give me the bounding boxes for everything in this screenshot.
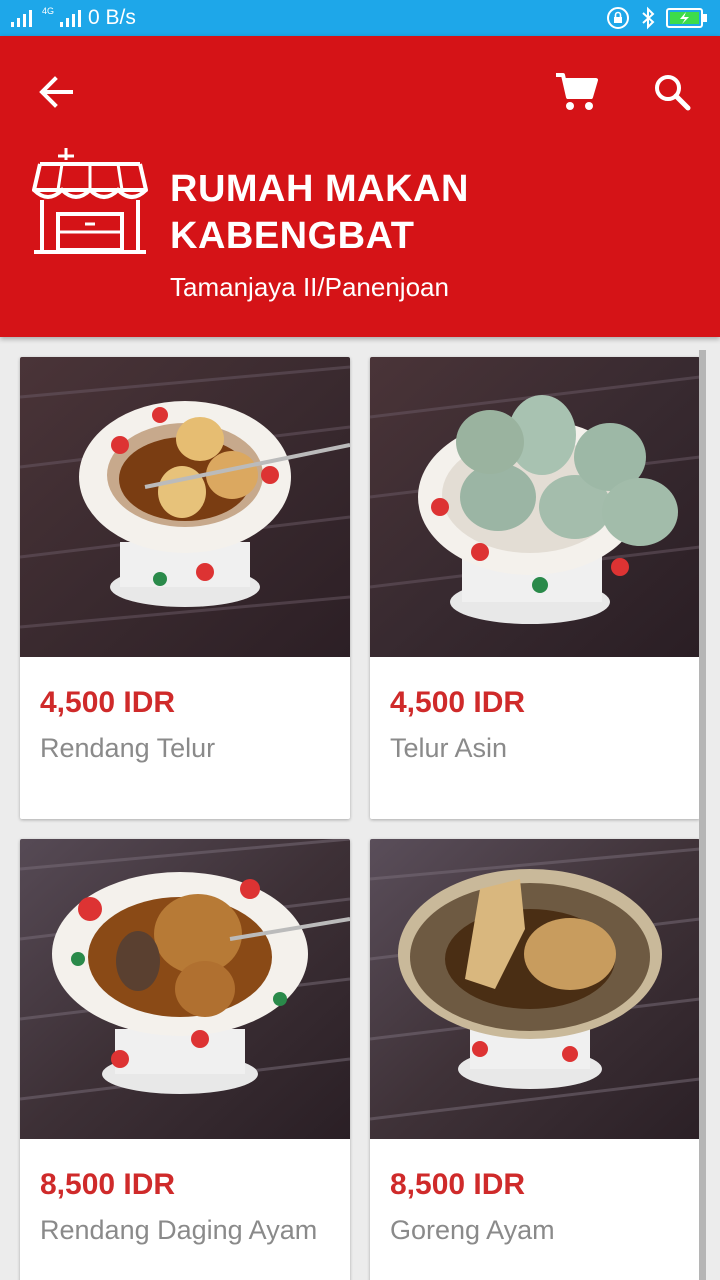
product-name: Rendang Daging Ayam bbox=[40, 1215, 318, 1245]
status-left: 4G 0 B/s bbox=[10, 5, 136, 31]
product-card[interactable]: 8,500 IDR Rendang Daging Ayam bbox=[20, 839, 350, 1280]
product-name: Goreng Ayam bbox=[390, 1215, 555, 1245]
product-name: Telur Asin bbox=[390, 733, 508, 763]
product-price: 8,500 IDR bbox=[390, 1168, 526, 1201]
bluetooth-icon bbox=[642, 6, 655, 30]
scrollbar[interactable] bbox=[699, 350, 706, 1280]
shopping-cart-icon bbox=[556, 73, 598, 110]
network-type: 4G bbox=[42, 6, 55, 16]
signal-icon-secondary bbox=[60, 10, 82, 27]
battery-icon bbox=[666, 8, 707, 28]
back-button[interactable] bbox=[26, 66, 86, 118]
cart-button[interactable] bbox=[544, 64, 608, 120]
rotation-lock-icon bbox=[607, 7, 629, 29]
status-bar: 4G 0 B/s bbox=[0, 0, 720, 36]
search-icon bbox=[655, 75, 691, 111]
product-card[interactable]: 8,500 IDR Goreng Ayam bbox=[370, 839, 700, 1280]
product-photo bbox=[370, 357, 700, 657]
status-right bbox=[606, 5, 708, 31]
product-photo bbox=[20, 839, 350, 1139]
product-photo bbox=[370, 839, 700, 1139]
store-location: Tamanjaya II/Panenjoan bbox=[170, 272, 449, 302]
product-photo bbox=[20, 357, 350, 657]
search-button[interactable] bbox=[642, 64, 702, 120]
signal-icon bbox=[11, 10, 32, 27]
storefront-icon bbox=[32, 148, 148, 254]
network-speed: 0 B/s bbox=[88, 6, 136, 29]
product-price: 8,500 IDR bbox=[40, 1168, 176, 1201]
product-price: 4,500 IDR bbox=[390, 686, 526, 719]
store-header: RUMAH MAKAN KABENGBAT Tamanjaya II/Panen… bbox=[0, 36, 720, 337]
product-name: Rendang Telur bbox=[40, 733, 216, 763]
product-card[interactable]: 4,500 IDR Rendang Telur bbox=[20, 357, 350, 819]
product-price: 4,500 IDR bbox=[40, 686, 176, 719]
arrow-left-icon bbox=[39, 76, 73, 108]
store-name: RUMAH MAKAN KABENGBAT bbox=[170, 168, 469, 257]
product-card[interactable]: 4,500 IDR Telur Asin bbox=[370, 357, 700, 819]
